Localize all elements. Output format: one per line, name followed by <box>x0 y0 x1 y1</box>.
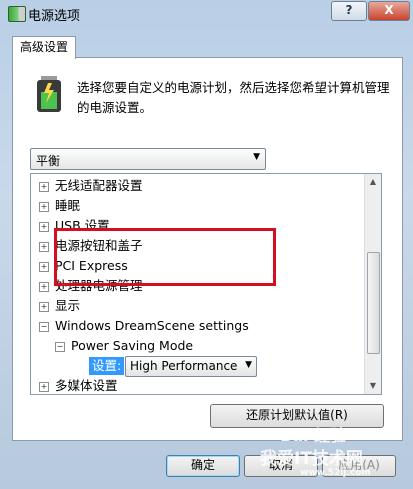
tree-item-wireless-adapter[interactable]: + 无线适配器设置 <box>39 176 143 196</box>
tree-scrollbar[interactable]: ▲ ▼ <box>364 174 381 394</box>
restore-defaults-button[interactable]: 还原计划默认值(R) <box>210 404 384 428</box>
power-plan-select[interactable]: 平衡 ▼ <box>30 148 266 170</box>
ok-button[interactable]: 确定 <box>166 455 240 477</box>
expand-icon[interactable]: + <box>39 281 49 292</box>
title-bar: 电源选项 ? X <box>0 0 413 26</box>
expand-icon[interactable]: + <box>39 181 49 192</box>
power-options-window: 电源选项 ? X 高级设置 选择您要自定义的电源计划，然后选择您希望计算机管理的… <box>0 0 413 489</box>
expand-icon[interactable]: + <box>39 261 49 272</box>
tree-item-label: 无线适配器设置 <box>55 178 143 193</box>
tree-item-label: 显示 <box>55 298 81 313</box>
collapse-icon[interactable]: − <box>55 341 65 352</box>
apply-button[interactable]: 应用(A) <box>322 455 396 477</box>
power-plan-value: 平衡 <box>36 154 61 168</box>
tree-item-sleep[interactable]: + 睡眠 <box>39 196 80 216</box>
tree-item-power-buttons[interactable]: + 电源按钮和盖子 <box>39 236 143 256</box>
expand-icon[interactable]: + <box>39 241 49 252</box>
chevron-down-icon: ▼ <box>253 152 260 162</box>
battery-icon <box>8 6 26 22</box>
tree-item-label: PCI Express <box>55 258 128 273</box>
tree-item-label: 处理器电源管理 <box>55 278 143 293</box>
expand-icon[interactable]: + <box>39 221 49 232</box>
tree-item-dreamscene[interactable]: − Windows DreamScene settings <box>39 316 249 336</box>
expand-icon[interactable]: + <box>39 301 49 312</box>
description-text: 选择您要自定义的电源计划，然后选择您希望计算机管理的电源设置。 <box>77 80 390 115</box>
collapse-icon[interactable]: − <box>39 321 49 332</box>
scroll-down-icon[interactable]: ▼ <box>365 378 381 394</box>
tree-item-power-saving-mode[interactable]: − Power Saving Mode <box>55 336 193 356</box>
window-title: 电源选项 <box>28 9 81 24</box>
tree-item-pci-express[interactable]: + PCI Express <box>39 256 128 276</box>
tree-item-multimedia[interactable]: + 多媒体设置 <box>39 376 118 394</box>
tab-advanced-settings[interactable]: 高级设置 <box>12 36 76 59</box>
tree-item-label: 电源按钮和盖子 <box>55 238 143 253</box>
setting-label: 设置: <box>89 357 125 375</box>
advanced-settings-panel: 选择您要自定义的电源计划，然后选择您希望计算机管理的电源设置。 平衡 ▼ + 无线… <box>12 57 403 441</box>
tree-item-display[interactable]: + 显示 <box>39 296 80 316</box>
setting-value: High Performance <box>130 359 238 373</box>
cancel-button[interactable]: 取消 <box>244 455 318 477</box>
settings-tree[interactable]: + 无线适配器设置 + 睡眠 + USB 设置 + 电源按钮和盖子 + PCI Expre… <box>30 173 382 395</box>
tree-item-label: Power Saving Mode <box>71 338 194 353</box>
scroll-thumb[interactable] <box>367 252 380 354</box>
expand-icon[interactable]: + <box>39 381 49 392</box>
tree-item-label: 多媒体设置 <box>55 378 118 393</box>
power-saving-mode-select[interactable]: High Performance ▼ <box>125 356 257 377</box>
tree-item-label: Windows DreamScene settings <box>55 318 249 333</box>
tree-item-usb-settings[interactable]: + USB 设置 <box>39 216 110 236</box>
scroll-up-icon[interactable]: ▲ <box>365 174 381 190</box>
tree-item-label: 睡眠 <box>55 198 81 213</box>
tree-item-processor-power[interactable]: + 处理器电源管理 <box>39 276 143 296</box>
chevron-down-icon: ▼ <box>245 360 252 370</box>
tree-item-label: USB 设置 <box>55 218 110 233</box>
power-plan-icon <box>37 76 61 112</box>
expand-icon[interactable]: + <box>39 201 49 212</box>
help-button[interactable]: ? <box>331 1 367 21</box>
close-button[interactable]: X <box>368 1 410 21</box>
